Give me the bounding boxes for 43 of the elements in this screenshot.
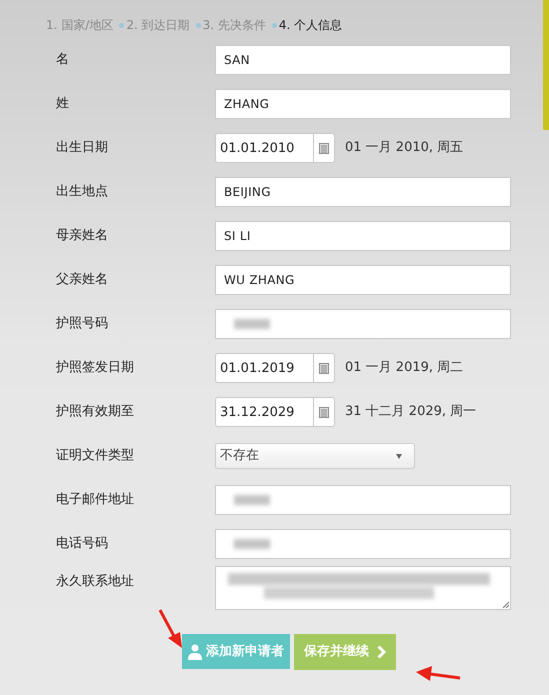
calendar-button[interactable] — [314, 353, 335, 383]
field-label: 证明文件类型 — [55, 447, 135, 466]
calendar-button[interactable] — [314, 397, 335, 427]
input-field[interactable] — [215, 485, 511, 515]
chevron-right-icon — [377, 645, 386, 659]
field-label: 姓 — [55, 95, 70, 114]
input-field[interactable]: SAN — [215, 45, 511, 75]
date-reading: 31 十二月 2029, 周一 — [345, 403, 476, 422]
annotation-arrow — [158, 608, 184, 650]
text-area[interactable] — [215, 566, 511, 610]
select-field[interactable]: 不存在 — [215, 443, 415, 469]
field-label: 父亲姓名 — [55, 271, 109, 290]
field-label: 出生地点 — [55, 183, 109, 202]
input-field[interactable] — [215, 309, 511, 339]
annotation-arrow — [416, 664, 462, 684]
step-tab[interactable]: 4. 个人信息 — [278, 16, 342, 34]
input-field[interactable]: ZHANG — [215, 89, 511, 119]
input-field[interactable]: BEIJING — [215, 177, 511, 207]
field-label: 护照签发日期 — [55, 359, 135, 378]
field-label: 电子邮件地址 — [55, 491, 135, 510]
field-label: 电话号码 — [55, 535, 109, 554]
dropdown-caret-icon — [396, 454, 402, 458]
input-field[interactable] — [215, 529, 511, 559]
date-field[interactable]: 31.12.2029 — [215, 397, 314, 427]
date-field[interactable]: 01.01.2019 — [215, 353, 314, 383]
calendar-icon — [319, 406, 329, 418]
calendar-icon — [319, 142, 329, 154]
field-label: 护照号码 — [55, 315, 109, 334]
field-label: 名 — [55, 51, 70, 70]
calendar-icon — [319, 362, 329, 374]
select-value: 不存在 — [220, 447, 259, 466]
person-icon — [188, 644, 202, 660]
field-label: 出生日期 — [55, 139, 109, 158]
input-field[interactable]: WU ZHANG — [215, 265, 511, 295]
field-label: 母亲姓名 — [55, 227, 109, 246]
date-field[interactable]: 01.01.2010 — [215, 133, 314, 163]
field-label: 护照有效期至 — [55, 403, 135, 422]
field-label: 永久联系地址 — [55, 573, 135, 591]
resize-handle-icon — [502, 601, 509, 608]
input-field[interactable]: SI LI — [215, 221, 511, 251]
calendar-button[interactable] — [314, 133, 335, 163]
date-reading: 01 一月 2010, 周五 — [345, 139, 464, 158]
date-reading: 01 一月 2019, 周二 — [345, 359, 464, 378]
